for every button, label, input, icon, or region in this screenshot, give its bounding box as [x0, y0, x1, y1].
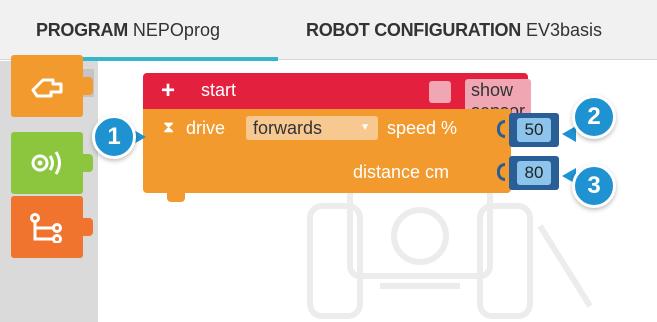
tab-program-name: NEPOprog [132, 20, 220, 40]
callout-3: 3 [572, 164, 616, 208]
plus-icon[interactable]: + [161, 77, 175, 105]
direction-value: forwards [253, 118, 323, 138]
speed-input-connector [497, 120, 505, 138]
speed-value-field[interactable]: 50 [517, 118, 551, 142]
start-label: start [201, 80, 237, 100]
category-control[interactable] [11, 196, 93, 258]
tab-robot-configuration-name: EV3basis [525, 20, 603, 40]
distance-number-block[interactable]: 80 [509, 156, 559, 190]
callout-2: 2 [572, 95, 616, 139]
tab-robot-configuration-title: ROBOT CONFIGURATION [306, 20, 521, 40]
tab-program[interactable]: PROGRAM NEPOprog [0, 0, 278, 61]
show-sensor-data-checkbox[interactable] [429, 81, 451, 103]
chevron-down-icon: ▼ [360, 122, 370, 133]
distance-value-field[interactable]: 80 [517, 161, 551, 185]
speed-label: speed % [387, 118, 458, 138]
start-block[interactable]: + start show sensor data [143, 73, 532, 144]
callout-1: 1 [92, 115, 136, 159]
sensor-icon [31, 151, 61, 175]
category-action[interactable] [11, 55, 93, 117]
distance-input-connector [497, 163, 505, 181]
tab-bar: PROGRAM NEPOprog ROBOT CONFIGURATION EV3… [0, 0, 657, 61]
motor-icon [31, 78, 63, 98]
callout-2-pointer [562, 126, 576, 142]
distance-label: distance cm [353, 162, 450, 182]
tab-robot-configuration[interactable]: ROBOT CONFIGURATION EV3basis [306, 0, 602, 60]
drive-block[interactable]: ⧗ drive forwards ▼ speed % distance cm [143, 109, 511, 202]
hourglass-icon: ⧗ [163, 119, 175, 136]
direction-dropdown[interactable]: forwards ▼ [246, 116, 378, 140]
speed-number-block[interactable]: 50 [509, 113, 559, 147]
tab-program-title: PROGRAM [36, 20, 128, 40]
flow-icon [30, 213, 62, 243]
category-sensors[interactable] [11, 132, 93, 194]
drive-label: drive [186, 118, 226, 138]
